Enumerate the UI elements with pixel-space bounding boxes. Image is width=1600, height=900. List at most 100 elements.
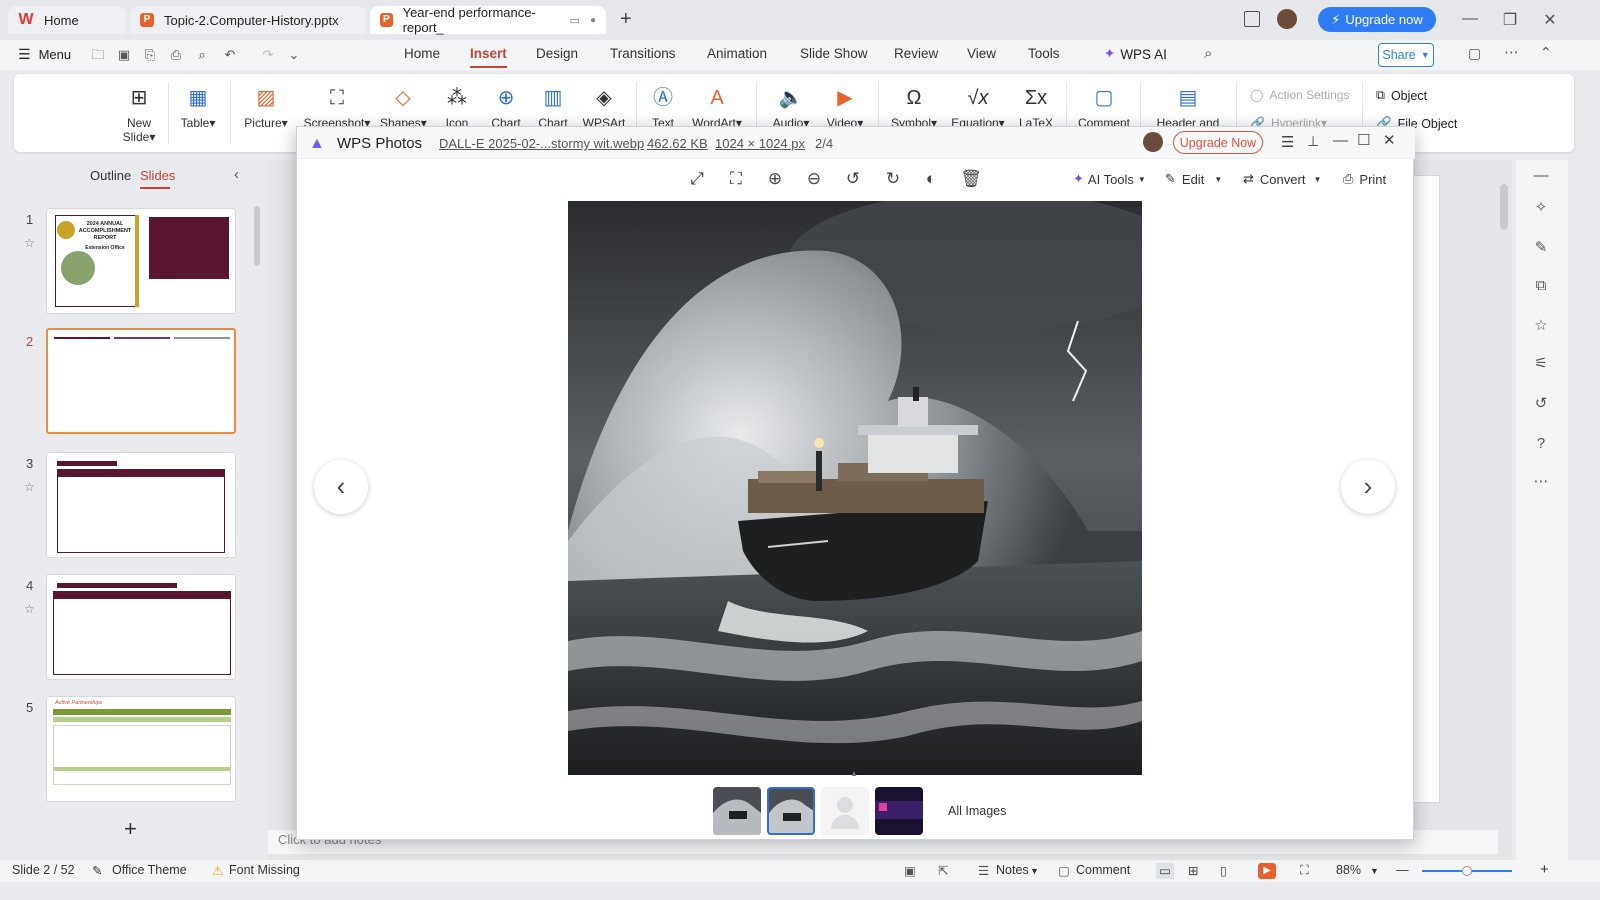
avatar[interactable] [1277, 9, 1297, 29]
outline-tab[interactable]: Outline [90, 168, 131, 183]
file-name[interactable]: DALL-E 2025-02-...stormy wit.webp [439, 136, 644, 151]
rotate-left-icon[interactable]: ↺ [841, 167, 865, 191]
magic-wand-icon[interactable]: ✧ [1531, 198, 1551, 218]
viewer-avatar[interactable] [1143, 132, 1163, 152]
viewer-minimize-icon[interactable]: — [1333, 132, 1348, 149]
export-icon[interactable]: ⎘ [142, 47, 158, 63]
print-button[interactable]: ⎙ Print [1343, 171, 1386, 187]
notes-toggle[interactable]: Notes [996, 863, 1029, 877]
open-folder-icon[interactable]: 🗀 [90, 47, 106, 63]
quick-access-more-icon[interactable]: ⌄ [286, 47, 302, 63]
viewer-close-icon[interactable]: ✕ [1383, 131, 1396, 149]
new-slide-button[interactable]: ⊞ New Slide▾ [118, 86, 160, 144]
panel-scrollbar[interactable] [254, 206, 260, 266]
equation-button[interactable]: √x Equation▾ [948, 86, 1008, 130]
add-slide-icon[interactable]: + [124, 816, 137, 842]
convert-button[interactable]: ⇄ Convert ▼ [1243, 171, 1321, 187]
collapse-ribbon-icon[interactable]: ⌃ [1540, 44, 1552, 61]
latex-button[interactable]: Σx LaTeX [1018, 86, 1054, 130]
play-slideshow-icon[interactable]: ▶ [1258, 863, 1276, 879]
tab-animation[interactable]: Animation [707, 46, 767, 61]
tab-design[interactable]: Design [536, 46, 578, 61]
star-icon[interactable]: ☆ [24, 602, 35, 616]
viewer-upgrade-button[interactable]: Upgrade Now [1173, 131, 1263, 154]
picture-button[interactable]: ▨ Picture▾ [242, 86, 290, 130]
tab-home-menu[interactable]: Home [404, 46, 440, 61]
tab-tools[interactable]: Tools [1028, 46, 1060, 61]
viewer-maximize-icon[interactable]: ☐ [1357, 131, 1370, 149]
comment-toggle[interactable]: Comment [1076, 863, 1130, 877]
icon-button[interactable]: ⁂ Icon [442, 86, 472, 130]
more-options-icon[interactable]: ⋯ [1504, 43, 1519, 61]
zoom-slider-handle[interactable] [1462, 866, 1472, 876]
comment-ribbon-button[interactable]: ▢ Comment [1074, 86, 1134, 130]
design-assist-icon[interactable]: ✎ [1531, 238, 1551, 258]
ai-tools-button[interactable]: ✦ AI Tools ▼ [1073, 171, 1146, 187]
object-button[interactable]: ⧉ Object [1376, 88, 1427, 103]
header-footer-button[interactable]: ▤ Header and [1148, 86, 1228, 130]
smartart-button[interactable]: ⊕ Chart [489, 86, 523, 130]
filmstrip-thumbnail-3[interactable] [821, 787, 869, 835]
zoom-level[interactable]: 88% [1336, 863, 1361, 877]
zoom-out-icon[interactable]: — [1396, 863, 1409, 877]
tab-slide-show[interactable]: Slide Show [800, 46, 868, 61]
filmstrip-thumbnail-1[interactable] [713, 787, 761, 835]
zoom-in-icon[interactable]: + [1540, 861, 1549, 878]
zoom-in-icon[interactable]: ⊕ [763, 167, 787, 191]
more-dots-icon[interactable]: ⋯ [1531, 472, 1551, 492]
screenshot-button[interactable]: ⛶ Screenshot▾ [302, 86, 372, 130]
wps-ai-button[interactable]: ✦ WPS AI [1104, 46, 1167, 62]
tab-view[interactable]: View [967, 46, 996, 61]
fullscreen-icon[interactable]: ⤢ [685, 167, 709, 191]
symbol-button[interactable]: Ω Symbol▾ [888, 86, 940, 130]
star-icon[interactable]: ☆ [24, 236, 35, 250]
wpsart-button[interactable]: ◈ WPSArt [580, 86, 628, 130]
video-button[interactable]: ▶ Video▾ [822, 86, 868, 130]
help-icon[interactable]: ? [1531, 434, 1551, 454]
undo-icon[interactable]: ↶ [222, 47, 238, 63]
wordart-button[interactable]: A WordArt▾ [688, 86, 746, 130]
upgrade-now-button[interactable]: ⚡ Upgrade now [1318, 7, 1436, 32]
all-images-link[interactable]: All Images [948, 804, 1006, 818]
history-icon[interactable]: ↺ [1531, 394, 1551, 414]
tab-computer-history[interactable]: P Topic-2.Computer-History.pptx [130, 6, 366, 34]
chart-button[interactable]: ▥ Chart [536, 86, 570, 130]
slides-tab[interactable]: Slides [140, 168, 175, 183]
viewer-menu-icon[interactable]: ☰ [1281, 133, 1294, 151]
editor-scrollbar[interactable] [1500, 184, 1508, 230]
flip-icon[interactable]: ◐ [919, 167, 943, 191]
slide-thumbnail-5[interactable]: Active Partnerships [46, 696, 236, 802]
copy-layers-icon[interactable]: ⧉ [1531, 276, 1551, 296]
fit-icon[interactable]: ▣ [904, 863, 916, 878]
pin-icon[interactable]: ⊥ [1307, 133, 1319, 150]
audio-button[interactable]: 🔈 Audio▾ [768, 86, 814, 130]
shapes-button[interactable]: ◇ Shapes▾ [380, 86, 427, 130]
tab-home[interactable]: W Home [8, 6, 126, 34]
slide-thumbnail-4[interactable] [46, 574, 236, 680]
search-icon[interactable]: ⌕ [1204, 45, 1212, 62]
tab-transitions[interactable]: Transitions [610, 46, 676, 61]
tab-insert[interactable]: Insert [470, 46, 507, 68]
slide-thumbnail-2[interactable] [46, 328, 236, 434]
fit-screen-icon[interactable]: ⛶ [724, 167, 748, 191]
slide-thumbnail-1[interactable]: 2024 ANNUAL ACCOMPLISHMENT REPORT Extens… [46, 208, 236, 314]
zoom-out-icon[interactable]: ⊖ [802, 167, 826, 191]
reading-view-icon[interactable]: ▯ [1220, 863, 1227, 878]
fit-window-icon[interactable]: ⛶ [1300, 863, 1309, 878]
share-button[interactable]: Share ▼ [1378, 43, 1434, 67]
comments-icon[interactable]: ▢ [1468, 45, 1481, 62]
minimize-icon[interactable]: — [1460, 10, 1480, 28]
export-slide-icon[interactable]: ⇱ [938, 863, 948, 878]
slide-sorter-icon[interactable]: ⊞ [1188, 863, 1198, 878]
menu-button[interactable]: ☰ Menu [18, 46, 71, 63]
slide-canvas-edge[interactable] [1412, 175, 1440, 803]
previous-image-button[interactable]: ‹ [314, 460, 368, 514]
restore-icon[interactable]: ❐ [1500, 10, 1520, 30]
redo-icon[interactable]: ↷ [260, 47, 276, 63]
next-image-button[interactable]: › [1341, 460, 1395, 514]
tab-review[interactable]: Review [894, 46, 938, 61]
collapse-filmstrip-icon[interactable]: ▲ [850, 769, 858, 778]
text-box-button[interactable]: Ⓐ Text [646, 86, 680, 130]
sliders-icon[interactable]: ⚟ [1531, 354, 1551, 374]
star-icon[interactable]: ☆ [24, 480, 35, 494]
